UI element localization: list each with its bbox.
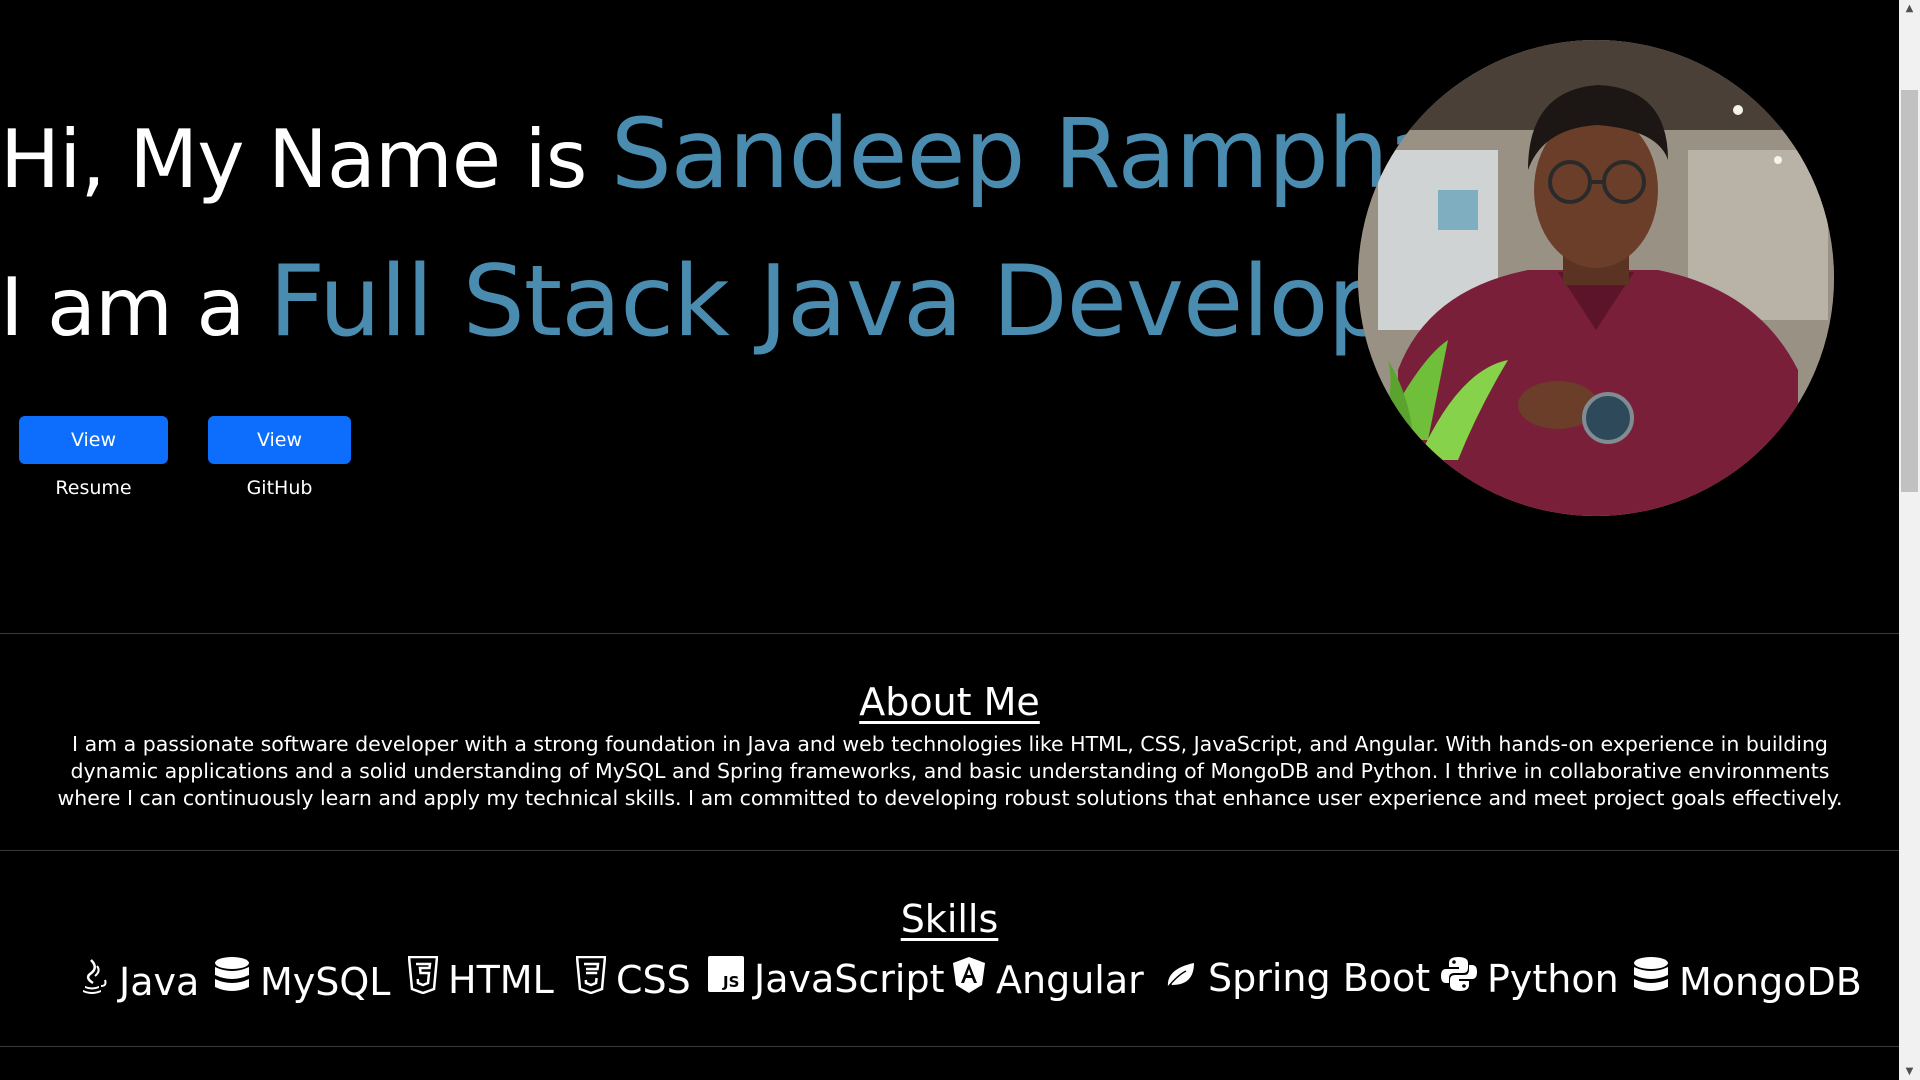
- section-divider: [0, 633, 1899, 634]
- hero-heading-line-2: I am a Full Stack Java Developer: [0, 245, 1488, 359]
- profile-photo: [1358, 40, 1834, 516]
- skill-label: Angular: [996, 957, 1144, 1002]
- skill-java: Java: [75, 956, 199, 1007]
- skill-html: HTML: [407, 955, 554, 1003]
- scroll-thumb[interactable]: [1901, 90, 1918, 492]
- java-icon: [75, 956, 109, 1007]
- vertical-scrollbar[interactable]: ▲ ▼: [1899, 0, 1920, 1080]
- skill-label: Java: [119, 959, 200, 1004]
- view-resume-button[interactable]: View Resume: [19, 416, 168, 499]
- skill-mongodb: MongoDB: [1633, 956, 1862, 1007]
- skill-label: Python: [1487, 956, 1619, 1001]
- skill-label: Spring Boot: [1208, 956, 1431, 1000]
- python-icon: [1441, 956, 1477, 1001]
- skill-css: CSS: [575, 955, 691, 1003]
- skill-angular: Angular: [952, 956, 1144, 1003]
- page: Hi, My Name is Sandeep Rampha, I am a Fu…: [0, 0, 1920, 1080]
- skill-spring-boot: Spring Boot: [1164, 956, 1430, 1000]
- portfolio-page: Hi, My Name is Sandeep Rampha, I am a Fu…: [0, 0, 1899, 1080]
- view-github-button[interactable]: View GitHub: [208, 416, 351, 499]
- section-divider: [0, 850, 1899, 851]
- skill-label: HTML: [448, 957, 554, 1002]
- scroll-down-arrow-icon[interactable]: ▼: [1899, 1063, 1920, 1080]
- hero-name: Sandeep Rampha,: [610, 98, 1476, 210]
- angular-icon: [952, 956, 986, 1003]
- javascript-icon: JS: [708, 956, 744, 1001]
- skills-heading: Skills: [900, 897, 999, 941]
- skill-label: CSS: [616, 957, 691, 1002]
- skill-mysql: MySQL: [214, 956, 390, 1007]
- scroll-up-arrow-icon[interactable]: ▲: [1899, 0, 1920, 17]
- section-divider: [0, 1046, 1899, 1047]
- skill-python: Python: [1441, 956, 1619, 1001]
- database-icon: [214, 956, 250, 1007]
- skill-label: MongoDB: [1679, 959, 1862, 1004]
- skill-label: MySQL: [260, 959, 391, 1004]
- hero-role-prefix: I am a: [0, 261, 269, 354]
- about-heading: About Me: [859, 680, 1040, 724]
- hero-greeting: Hi, My Name is: [0, 113, 611, 206]
- svg-text:JS: JS: [722, 973, 739, 991]
- skills-list: Java MySQL HTML CSS JS JavaScript Angula…: [0, 955, 1899, 1007]
- skill-javascript: JS JavaScript: [708, 956, 944, 1001]
- hero-heading-line-1: Hi, My Name is Sandeep Rampha,: [0, 98, 1476, 210]
- about-text: I am a passionate software developer wit…: [57, 732, 1843, 810]
- skill-label: JavaScript: [754, 956, 945, 1001]
- hero-role: Full Stack Java Developer: [268, 245, 1488, 359]
- css3-icon: [575, 955, 607, 1003]
- html5-icon: [407, 955, 439, 1003]
- database-icon: [1633, 956, 1669, 1007]
- leaf-icon: [1164, 956, 1198, 1000]
